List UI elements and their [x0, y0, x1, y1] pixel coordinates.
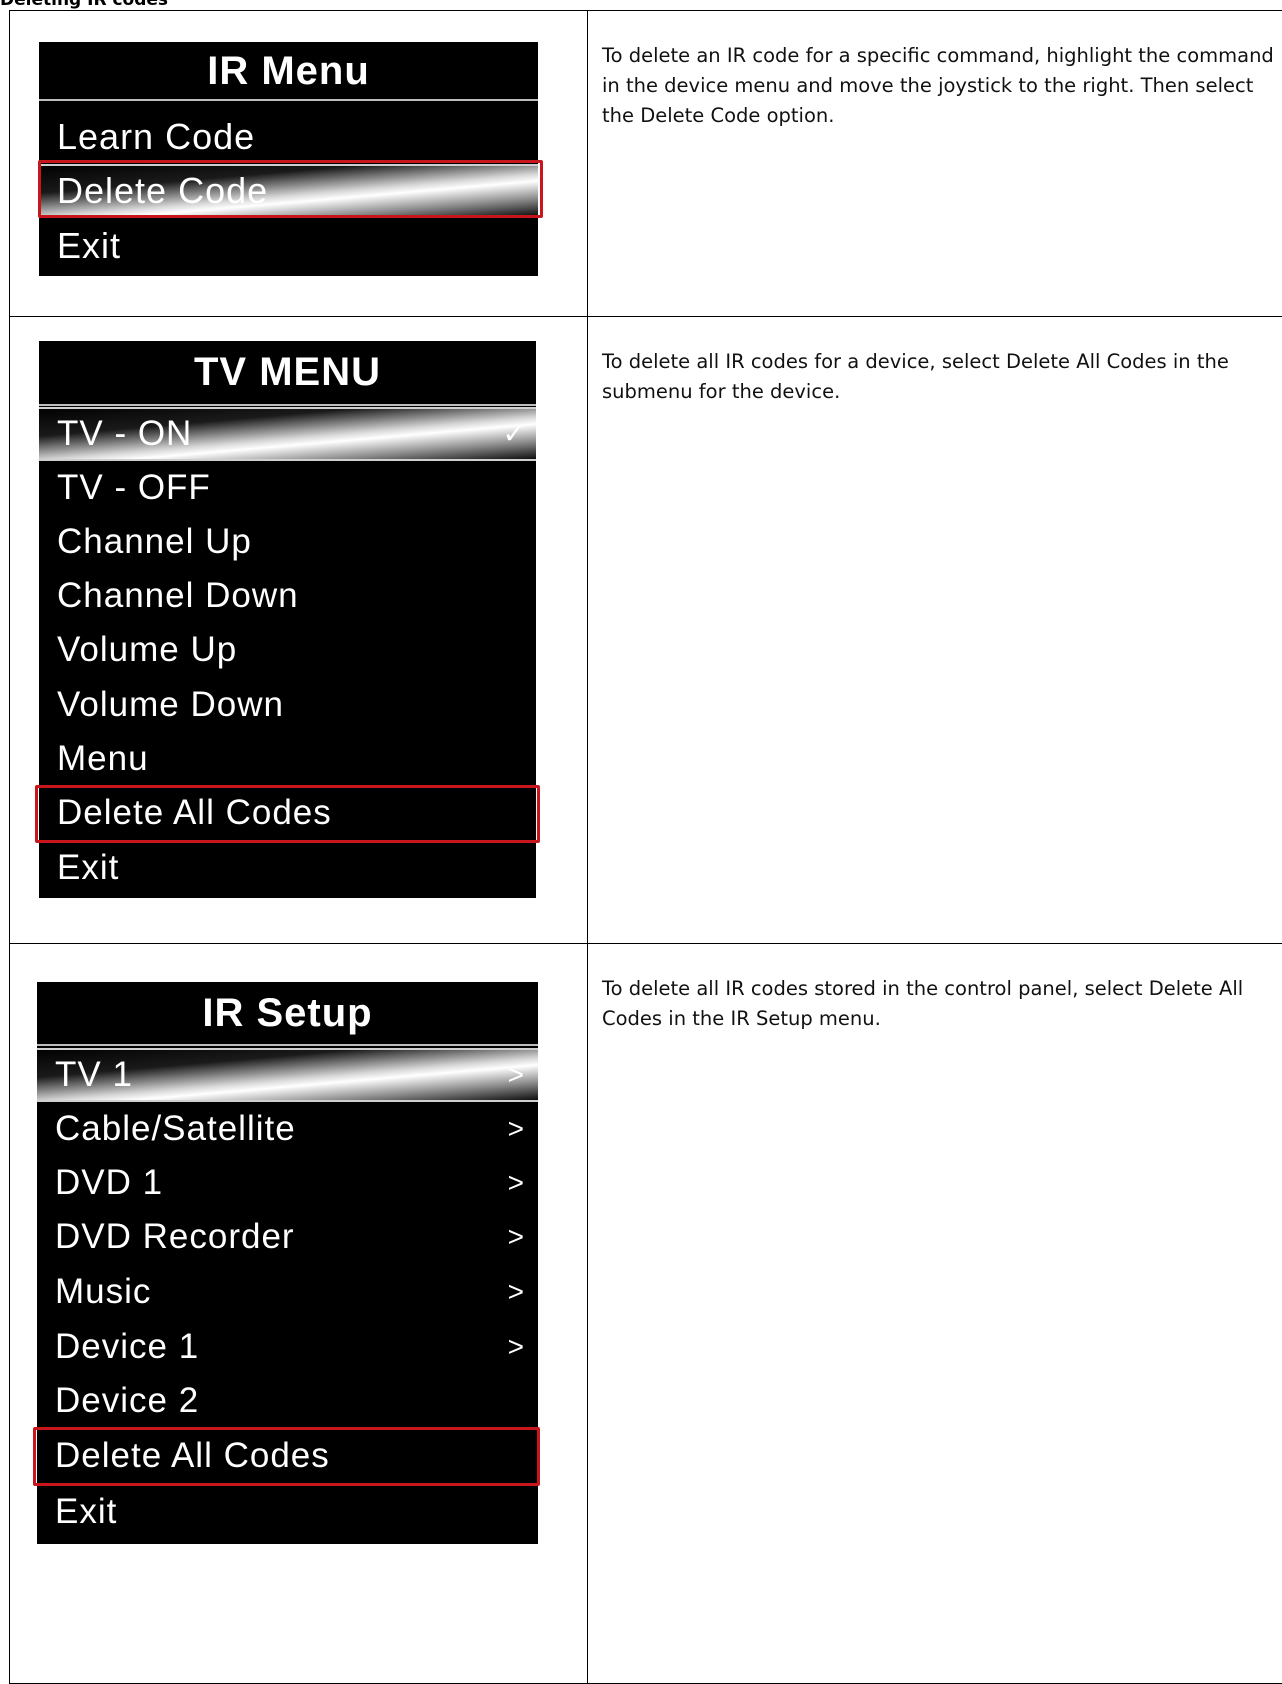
menu-item-exit[interactable]: Exit [37, 1483, 538, 1541]
chevron-right-icon: > [508, 1320, 524, 1374]
chevron-right-icon: > [508, 1048, 524, 1102]
callout-highlight [33, 1427, 540, 1486]
menu-item-tv-on[interactable]: TV - ON ✓ [39, 407, 536, 461]
screenshot-cell: IR Setup TV 1 > Cable/Satellite > DVD 1 … [10, 944, 588, 1684]
title-divider [37, 1044, 538, 1046]
menu-item-tv-1[interactable]: TV 1 > [37, 1048, 538, 1102]
menu-item-channel-up[interactable]: Channel Up [39, 515, 536, 569]
callout-highlight [35, 785, 540, 843]
menu-item-exit[interactable]: Exit [39, 218, 538, 274]
chevron-right-icon: > [508, 1156, 524, 1210]
description-text: To delete an IR code for a specific comm… [588, 11, 1282, 131]
check-icon: ✓ [503, 407, 526, 461]
menu-item-menu[interactable]: Menu [39, 732, 536, 786]
chevron-right-icon: > [508, 1102, 524, 1156]
title-divider [39, 99, 538, 101]
menu-item-volume-down[interactable]: Volume Down [39, 678, 536, 732]
menu-item-learn-code[interactable]: Learn Code [39, 110, 538, 164]
description-text: To delete all IR codes stored in the con… [588, 944, 1282, 1034]
chevron-right-icon: > [508, 1210, 524, 1264]
table-row: TV MENU TV - ON ✓ TV - OFF Channel Up Ch… [10, 317, 1282, 944]
screen-title: IR Menu [39, 42, 538, 100]
screenshot-cell: TV MENU TV - ON ✓ TV - OFF Channel Up Ch… [10, 317, 588, 944]
description-cell: To delete all IR codes for a device, sel… [588, 317, 1282, 944]
screen-title: IR Setup [37, 982, 538, 1044]
menu-item-music[interactable]: Music > [37, 1265, 538, 1319]
callout-highlight [38, 160, 543, 218]
menu-item-dvd-1[interactable]: DVD 1 > [37, 1156, 538, 1210]
chevron-right-icon: > [508, 1265, 524, 1319]
description-text: To delete all IR codes for a device, sel… [588, 317, 1282, 407]
table-row: IR Menu Learn Code Delete Code Exit To d… [10, 11, 1282, 317]
menu-item-tv-off[interactable]: TV - OFF [39, 461, 536, 515]
title-divider [39, 404, 536, 406]
screenshot-cell: IR Menu Learn Code Delete Code Exit [10, 11, 588, 317]
menu-item-volume-up[interactable]: Volume Up [39, 623, 536, 677]
table-row: IR Setup TV 1 > Cable/Satellite > DVD 1 … [10, 944, 1282, 1684]
description-cell: To delete all IR codes stored in the con… [588, 944, 1282, 1684]
screen-title: TV MENU [39, 341, 536, 403]
menu-item-cable-satellite[interactable]: Cable/Satellite > [37, 1102, 538, 1156]
description-cell: To delete an IR code for a specific comm… [588, 11, 1282, 317]
menu-item-dvd-recorder[interactable]: DVD Recorder > [37, 1210, 538, 1264]
menu-item-channel-down[interactable]: Channel Down [39, 569, 536, 623]
menu-item-device-1[interactable]: Device 1 > [37, 1320, 538, 1374]
instruction-table: IR Menu Learn Code Delete Code Exit To d… [9, 10, 1282, 1684]
section-heading: Deleting IR codes [0, 0, 168, 10]
menu-item-exit[interactable]: Exit [39, 840, 536, 896]
menu-item-device-2[interactable]: Device 2 [37, 1374, 538, 1428]
ir-menu-screen: IR Menu Learn Code Delete Code Exit [39, 42, 538, 276]
